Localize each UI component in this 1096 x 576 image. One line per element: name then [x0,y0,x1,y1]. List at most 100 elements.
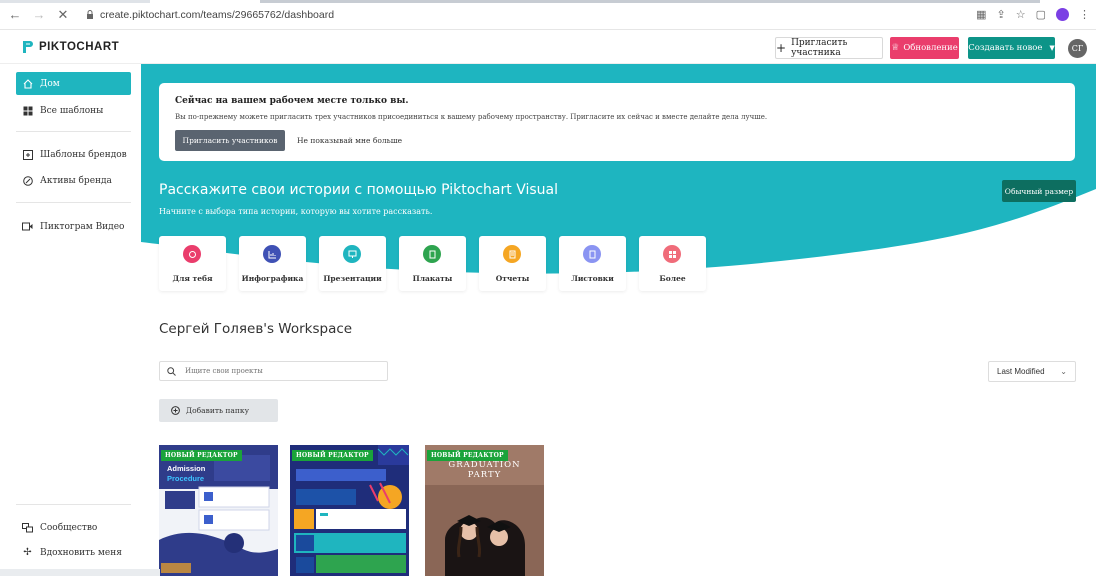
dont-show-again-link[interactable]: Не показывай мне больше [297,136,402,145]
profile-icon[interactable] [1056,8,1069,21]
caret-down-icon: ▼ [1049,44,1055,52]
new-editor-badge: НОВЫЙ РЕДАКТОР [292,450,373,461]
thumb-title-line1: Admission [167,464,206,473]
project-card-admission[interactable]: Admission Procedure НОВЫЙ РЕДАКТОР [159,445,278,576]
sparkle-icon: ✢ [23,547,32,558]
upgrade-button[interactable]: ♕ Обновление [890,37,959,59]
notice-text: Вы по-прежнему можете пригласить трех уч… [175,113,768,121]
category-label: Отчеты [495,274,530,283]
main-content: Сейчас на вашем рабочем месте только вы.… [141,64,1096,576]
back-icon[interactable]: ← [6,7,24,22]
logo-text: PIKTOCHART [39,41,120,53]
lock-icon [87,10,93,19]
star-icon[interactable]: ☆ [1016,8,1026,21]
forward-icon[interactable]: → [30,7,48,22]
upgrade-label: Обновление [903,43,958,53]
thumb-title-line1: GRADUATION [448,460,521,470]
translate-icon[interactable]: ▦ [976,8,986,21]
presentation-icon [343,245,361,263]
invite-member-button[interactable]: + Пригласить участника [775,37,883,59]
browser-toolbar: ← → ✕ create.piktochart.com/teams/296657… [0,0,1096,30]
category-reports[interactable]: Отчеты [479,236,546,291]
heart-icon [183,245,201,263]
plus-icon: + [776,41,787,55]
sidebar-item-home[interactable]: Дом [16,72,131,95]
app-header: PIKTOCHART + Пригласить участника ♕ Обно… [0,31,1096,64]
sidebar-item-inspire[interactable]: ✢ Вдохновить меня [16,541,131,564]
close-icon[interactable]: ✕ [54,7,72,23]
brand-assets-icon [22,175,33,186]
invite-members-button[interactable]: Пригласить участников [175,130,285,151]
plus-circle-icon [171,406,180,415]
category-flyers[interactable]: Листовки [559,236,626,291]
project-search[interactable] [159,361,388,381]
sidebar-item-label: Все шаблоны [40,105,104,116]
sidebar-item-label: Сообщество [40,522,98,533]
category-posters[interactable]: Плакаты [399,236,466,291]
share-icon[interactable]: ⇪ [997,8,1006,21]
sidebar-divider [16,131,131,132]
address-bar[interactable]: create.piktochart.com/teams/29665762/das… [86,9,334,21]
search-input[interactable] [185,367,365,375]
new-editor-badge: НОВЫЙ РЕДАКТОР [161,450,242,461]
sidebar-item-brand-templates[interactable]: Шаблоны брендов [16,143,131,166]
category-more[interactable]: Более [639,236,706,291]
category-presentations[interactable]: Презентации [319,236,386,291]
url-text: create.piktochart.com/teams/29665762/das… [100,8,335,21]
sidebar-item-all-templates[interactable]: Все шаблоны [16,99,131,122]
project-card-infographic[interactable]: НОВЫЙ РЕДАКТОР [290,445,409,576]
sidebar-item-label: Вдохновить меня [40,547,122,558]
create-new-label: Создавать новое [968,43,1043,53]
sidebar-divider [16,504,131,505]
thumb-title-line2: Procedure [167,474,205,483]
crown-icon: ♕ [891,43,900,53]
sidebar-item-brand-assets[interactable]: Активы бренда [16,169,131,192]
add-folder-label: Добавить папку [186,406,250,415]
more-grid-icon [663,245,681,263]
hero-subtitle: Начните с выбора типа истории, которую в… [159,207,433,216]
project-thumbnail [290,445,409,576]
sidebar: Дом Все шаблоны Шаблоны брендов Активы б… [0,64,141,576]
workspace-title: Сергей Голяев's Workspace [159,321,353,337]
avatar[interactable]: СГ [1068,39,1087,58]
create-new-button[interactable]: Создавать новое ▼ [968,37,1055,59]
category-label: Презентации [323,274,382,283]
sidebar-item-label: Пиктограм Видео [40,221,125,232]
piktochart-logo[interactable]: PIKTOCHART [22,40,119,54]
sidebar-item-video[interactable]: Пиктограм Видео [16,215,131,238]
tab-strip [0,0,1096,4]
search-icon [167,366,176,376]
sidebar-item-label: Шаблоны брендов [40,149,127,160]
report-icon [503,245,521,263]
sidebar-divider [16,202,131,203]
add-folder-button[interactable]: Добавить папку [159,399,278,422]
poster-icon [423,245,441,263]
hero-title: Расскажите свои истории с помощью Piktoc… [159,182,558,198]
menu-icon[interactable]: ⋮ [1079,8,1090,21]
chevron-down-icon: ⌄ [1060,367,1067,376]
community-icon [22,522,33,533]
video-icon [22,221,33,232]
new-editor-badge: НОВЫЙ РЕДАКТОР [427,450,508,461]
sidebar-item-label: Дом [40,78,60,89]
home-icon [22,78,33,89]
sidebar-item-community[interactable]: Сообщество [16,516,131,539]
category-infographic[interactable]: Инфографика [239,236,306,291]
invite-member-label: Пригласить участника [791,38,848,58]
category-label: Плакаты [412,274,453,283]
flyer-icon [583,245,601,263]
brand-templates-icon [22,149,33,160]
thumb-title-line2: PARTY [467,470,502,480]
sort-select[interactable]: Last Modified ⌄ [988,361,1076,382]
sidepanel-icon[interactable]: ▢ [1036,8,1046,21]
chart-icon [263,245,281,263]
notice-title: Сейчас на вашем рабочем месте только вы. [175,96,409,106]
project-card-graduation[interactable]: GRADUATION PARTY НОВЫЙ РЕДАКТОР [425,445,544,576]
regular-size-button[interactable]: Обычный размер [1002,180,1076,202]
logo-mark-icon [23,41,33,53]
category-label: Для тебя [172,274,213,283]
sort-label: Last Modified [997,367,1045,376]
category-for-you[interactable]: Для тебя [159,236,226,291]
category-label: Листовки [571,274,614,283]
category-label: Инфографика [241,274,304,283]
